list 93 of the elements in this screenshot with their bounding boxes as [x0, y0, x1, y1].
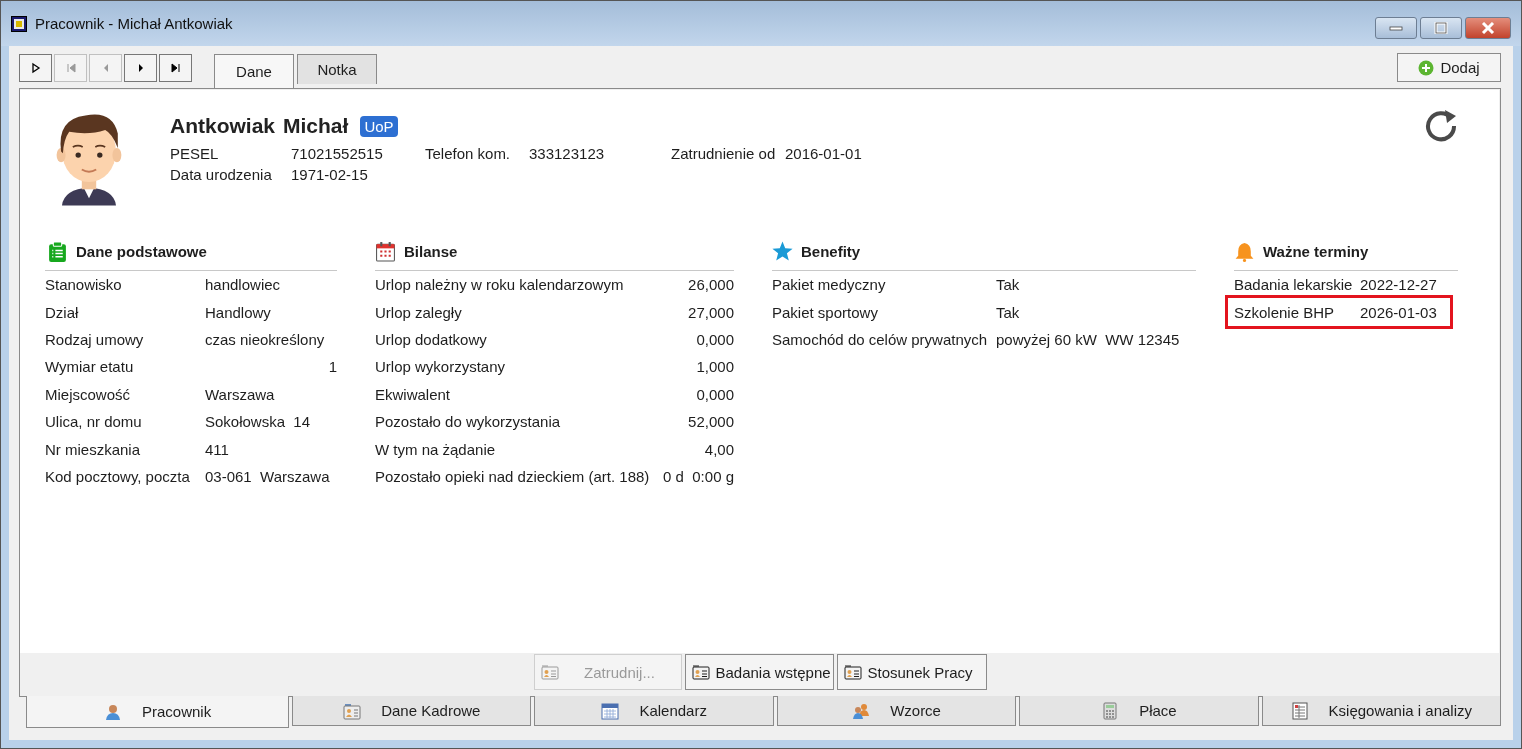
calendar-icon [601, 701, 620, 720]
row-label: W tym na żądanie [375, 440, 496, 458]
field-label: Data urodzenia [170, 166, 273, 183]
row-value: 0,000 [695, 330, 734, 348]
row-value: 0 d 0:00 g [662, 467, 734, 485]
add-button[interactable]: Dodaj [1397, 53, 1501, 82]
skip-forward-icon [169, 62, 182, 74]
row-label: Nr mieszkania [45, 440, 142, 458]
minimize-button[interactable] [1375, 17, 1417, 39]
plus-icon [1418, 59, 1435, 76]
triangle-outline-icon [29, 62, 42, 74]
new-record-button[interactable] [19, 54, 52, 82]
row-value: 26,000 [687, 276, 734, 294]
module-tab[interactable]: Kalendarz [534, 696, 774, 726]
field-label: Telefon kom. [425, 145, 512, 162]
field-value: 2016-01-01 [785, 145, 862, 162]
row-label: Urlop dodatkowy [375, 330, 487, 348]
row-label: Pozostało do wykorzystania [375, 413, 561, 431]
row-label: Wymiar etatu [45, 358, 135, 376]
employee-surname: Antkowiak [170, 114, 276, 138]
field-value: 1971-02-15 [291, 166, 369, 183]
module-tab[interactable]: Pracownik [26, 696, 290, 728]
id-card-icon [540, 664, 559, 680]
clipboard-icon [47, 240, 68, 262]
employee-first-name: Michał [283, 114, 349, 138]
module-tab[interactable]: Wzorce [776, 696, 1017, 726]
last-record-button[interactable] [159, 54, 192, 82]
row-label: Badania lekarskie [1234, 276, 1350, 294]
people-icon [852, 701, 871, 720]
calendar-icon [375, 240, 396, 262]
module-tab[interactable]: Księgowania i analizy [1261, 696, 1501, 726]
row-label: Dział [45, 303, 80, 321]
person-icon [103, 702, 122, 721]
close-button[interactable] [1465, 17, 1511, 39]
id-card-icon [843, 664, 862, 680]
action-button[interactable]: Badania wstępne [684, 654, 834, 690]
tab[interactable]: Dane [214, 54, 294, 88]
action-button[interactable]: Stosunek Pracy [836, 654, 987, 690]
next-record-button[interactable] [124, 54, 157, 82]
row-value: Handlowy [205, 303, 272, 321]
skip-back-icon [64, 62, 77, 74]
row-value: czas nieokreślony [205, 330, 326, 348]
row-value: Tak [996, 303, 1021, 321]
calculator-icon [1101, 701, 1120, 720]
row-label: Rodzaj umowy [45, 330, 145, 348]
row-value: powyżej 60 kW WW 12345 [996, 330, 1181, 348]
row-label: Miejscowość [45, 385, 132, 403]
row-value: 1 [327, 358, 337, 376]
module-tab[interactable]: Dane Kadrowe [292, 696, 532, 726]
maximize-button[interactable] [1420, 17, 1462, 39]
app-icon [11, 15, 27, 32]
row-label: Pakiet sportowy [772, 303, 879, 321]
tab[interactable]: Notka [297, 54, 377, 84]
row-label: Ulica, nr domu [45, 413, 143, 431]
section-title: Bilanse [404, 242, 458, 260]
row-value: handlowiec [205, 276, 282, 294]
row-value: 4,00 [703, 440, 734, 458]
section-title: Dane podstawowe [76, 242, 207, 260]
row-value: 2022-12-27 [1360, 276, 1438, 294]
row-value: Warszawa [205, 385, 276, 403]
row-label: Urlop wykorzystany [375, 358, 506, 376]
module-tab[interactable]: Płace [1019, 696, 1259, 726]
star-icon [772, 240, 793, 262]
row-value: 411 [205, 440, 230, 458]
row-value: 2026-01-03 [1360, 303, 1438, 321]
id-card-icon [343, 701, 362, 720]
row-label: Ekwiwalent [375, 385, 451, 403]
row-label: Samochód do celów prywatnych [772, 330, 986, 348]
bell-icon [1234, 240, 1255, 262]
field-label: PESEL [170, 145, 220, 162]
row-value: Tak [996, 276, 1021, 294]
row-label: Pozostało opieki nad dzieckiem (art. 188) [375, 467, 650, 485]
row-label: Urlop należny w roku kalendarzowym [375, 276, 624, 294]
row-label: Szkolenie BHP [1234, 303, 1336, 321]
contract-badge: UoP [360, 115, 398, 137]
row-label: Stanowisko [45, 276, 123, 294]
section-title: Benefity [801, 242, 861, 260]
row-value: 27,000 [687, 303, 734, 321]
row-value: 0,000 [695, 385, 734, 403]
field-label: Zatrudnienie od [671, 145, 777, 162]
id-card-icon [691, 664, 710, 680]
row-label: Urlop zaległy [375, 303, 462, 321]
row-value: 03-061 Warszawa [205, 467, 331, 485]
section-title: Ważne terminy [1263, 242, 1369, 260]
row-value: 1,000 [695, 358, 734, 376]
row-value: 52,000 [687, 413, 734, 431]
ledger-icon [1290, 701, 1309, 720]
window-title: Pracownik - Michał Antkowiak [35, 15, 233, 32]
field-value: 333123123 [529, 145, 606, 162]
row-value: Sokołowska 14 [205, 413, 312, 431]
row-label: Pakiet medyczny [772, 276, 887, 294]
field-value: 71021552515 [291, 145, 384, 162]
row-label: Kod pocztowy, poczta [45, 467, 191, 485]
